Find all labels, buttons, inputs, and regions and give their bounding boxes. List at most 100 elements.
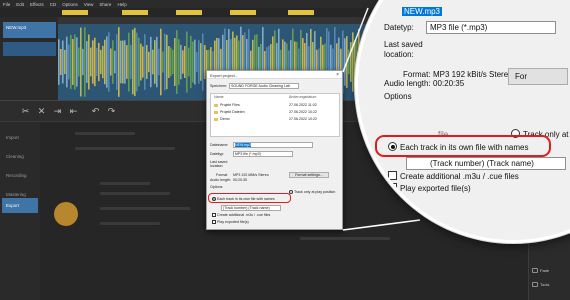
checkbox-icon [212, 220, 216, 225]
list-item[interactable]: Projekt Files [214, 103, 240, 107]
highlight-oval-small [208, 193, 291, 203]
track-marker[interactable] [176, 10, 202, 15]
tools-icon [532, 282, 538, 288]
waveform-bar [192, 41, 194, 83]
checkbox-icon [388, 183, 397, 192]
zoom-create-m3u-checkbox[interactable]: Create additional .m3u / .cue files [388, 171, 519, 181]
placeholder-line [100, 182, 150, 185]
sidebar-item-export[interactable]: Export [2, 198, 38, 213]
waveform-bar [156, 36, 158, 88]
zoom-play-exported-checkbox[interactable]: Play exported file(s) [388, 183, 471, 193]
menu-help[interactable]: Help [117, 2, 126, 7]
save-in-select[interactable]: SOUND FORGE Audio Cleaning Lab [229, 83, 299, 89]
track-marker[interactable] [62, 10, 88, 15]
waveform-bar [190, 35, 192, 89]
waveform-bar [166, 34, 168, 90]
list-item[interactable]: Demo [214, 117, 230, 121]
waveform-bar [98, 42, 100, 82]
zoom-datetype-select[interactable]: MP3 file (*.mp3) [426, 21, 556, 34]
waveform-bar [198, 40, 200, 84]
file-list[interactable]: Name Änderungsdatum Projekt Files 27.06.… [210, 93, 340, 137]
sidebar-item-recording[interactable]: Recording [2, 168, 38, 183]
waveform-bar [158, 48, 160, 76]
datetype-select[interactable]: MP3 file (*.mp3) [233, 151, 293, 157]
track-header-secondary[interactable] [3, 42, 56, 56]
waveform-bar [120, 40, 122, 84]
waveform-bar [194, 39, 196, 85]
rp-tools[interactable]: Tools [532, 282, 549, 288]
zoom-filename-field[interactable]: NEW.mp3 [399, 6, 570, 17]
track-name: NEW.mp3 [6, 25, 27, 30]
menu-share[interactable]: Share [99, 2, 111, 7]
audio-length-label: Audio length: [210, 178, 231, 182]
split-icon[interactable]: ⇤ [68, 106, 79, 117]
close-icon[interactable]: × [336, 72, 339, 78]
zoom-name-pattern-field[interactable]: (Track number) (Track name) [406, 157, 566, 170]
cut-icon[interactable]: ✂ [20, 106, 31, 117]
waveform-bar [92, 40, 94, 84]
sidebar-item-import[interactable]: Import [2, 130, 38, 145]
list-item-date: 27.06.2022 10:22 [289, 117, 317, 121]
waveform-bar [58, 39, 60, 85]
redo-icon[interactable]: ↷ [106, 106, 117, 117]
column-name[interactable]: Name [214, 95, 224, 99]
placeholder-line [75, 147, 175, 150]
menu-options[interactable]: Options [62, 2, 78, 7]
waveform-bar [154, 40, 156, 84]
column-date[interactable]: Änderungsdatum [289, 95, 316, 99]
zoom-last-saved-label: Last saved location: [384, 40, 423, 59]
waveform-bar [112, 40, 114, 84]
waveform-bar [78, 47, 80, 77]
dialog-title: Export project... [207, 71, 342, 79]
waveform-bar [348, 49, 350, 75]
list-item-date: 27.06.2022 10:22 [289, 110, 317, 114]
waveform-bar [130, 44, 132, 80]
filename-field[interactable]: NEW.mp3 [233, 142, 313, 148]
track-marker[interactable] [230, 10, 256, 15]
checkbox-icon [212, 213, 216, 218]
waveform-bar [140, 43, 142, 81]
waveform-bar [202, 33, 204, 91]
options-label: Options [210, 185, 223, 189]
waveform-bar [160, 28, 162, 96]
create-m3u-checkbox[interactable]: Create additional .m3u / .cue files [212, 213, 270, 218]
scissors-icon[interactable]: ✕ [36, 106, 47, 117]
waveform-bar [176, 30, 178, 94]
waveform-bar [94, 37, 96, 87]
trim-icon[interactable]: ⇥ [52, 106, 63, 117]
track-marker[interactable] [122, 10, 148, 15]
menu-effects[interactable]: Effects [30, 2, 44, 7]
undo-icon[interactable]: ↶ [90, 106, 101, 117]
sidebar-item-cleaning[interactable]: Cleaning [2, 149, 38, 164]
waveform-bar [144, 34, 146, 90]
play-exported-checkbox[interactable]: Play exported file(s) [212, 220, 249, 225]
track-only-option[interactable]: Track only at play position [289, 190, 335, 195]
folder-icon [214, 110, 218, 114]
zoom-format-value: MP3 192 kBit/s Stereo [433, 70, 513, 79]
list-item[interactable]: Projekt Dateien [214, 110, 245, 114]
app-window: File Edit Effects CD Options View Share … [0, 0, 570, 300]
waveform-bar [174, 38, 176, 86]
menu-edit[interactable]: Edit [16, 2, 24, 7]
name-pattern-field[interactable]: (Track number) (Track name) [221, 205, 281, 211]
waveform-bar [84, 27, 86, 97]
waveform-bar [164, 33, 166, 91]
waveform-bar [100, 49, 102, 75]
zoom-datetype-label: Datetyp: [384, 23, 414, 32]
waveform-bar [134, 27, 136, 97]
zoom-format-settings-button[interactable]: For [508, 68, 568, 85]
track-header[interactable]: NEW.mp3 [3, 22, 56, 38]
menu-cd[interactable]: CD [50, 2, 57, 7]
waveform-bar [162, 51, 164, 73]
waveform-bar [148, 51, 150, 73]
waveform-bar [68, 44, 70, 80]
format-settings-button[interactable]: Format settings... [289, 172, 329, 178]
format-value: MP3 192 kBit/s Stereo [233, 173, 269, 177]
rp-fade[interactable]: Fade [532, 268, 549, 274]
waveform-bar [128, 32, 130, 92]
menu-file[interactable]: File [3, 2, 10, 7]
track-marker[interactable] [288, 10, 314, 15]
last-saved-label: Last saved location: [210, 160, 228, 168]
menu-view[interactable]: View [84, 2, 94, 7]
waveform-bar [352, 32, 354, 92]
